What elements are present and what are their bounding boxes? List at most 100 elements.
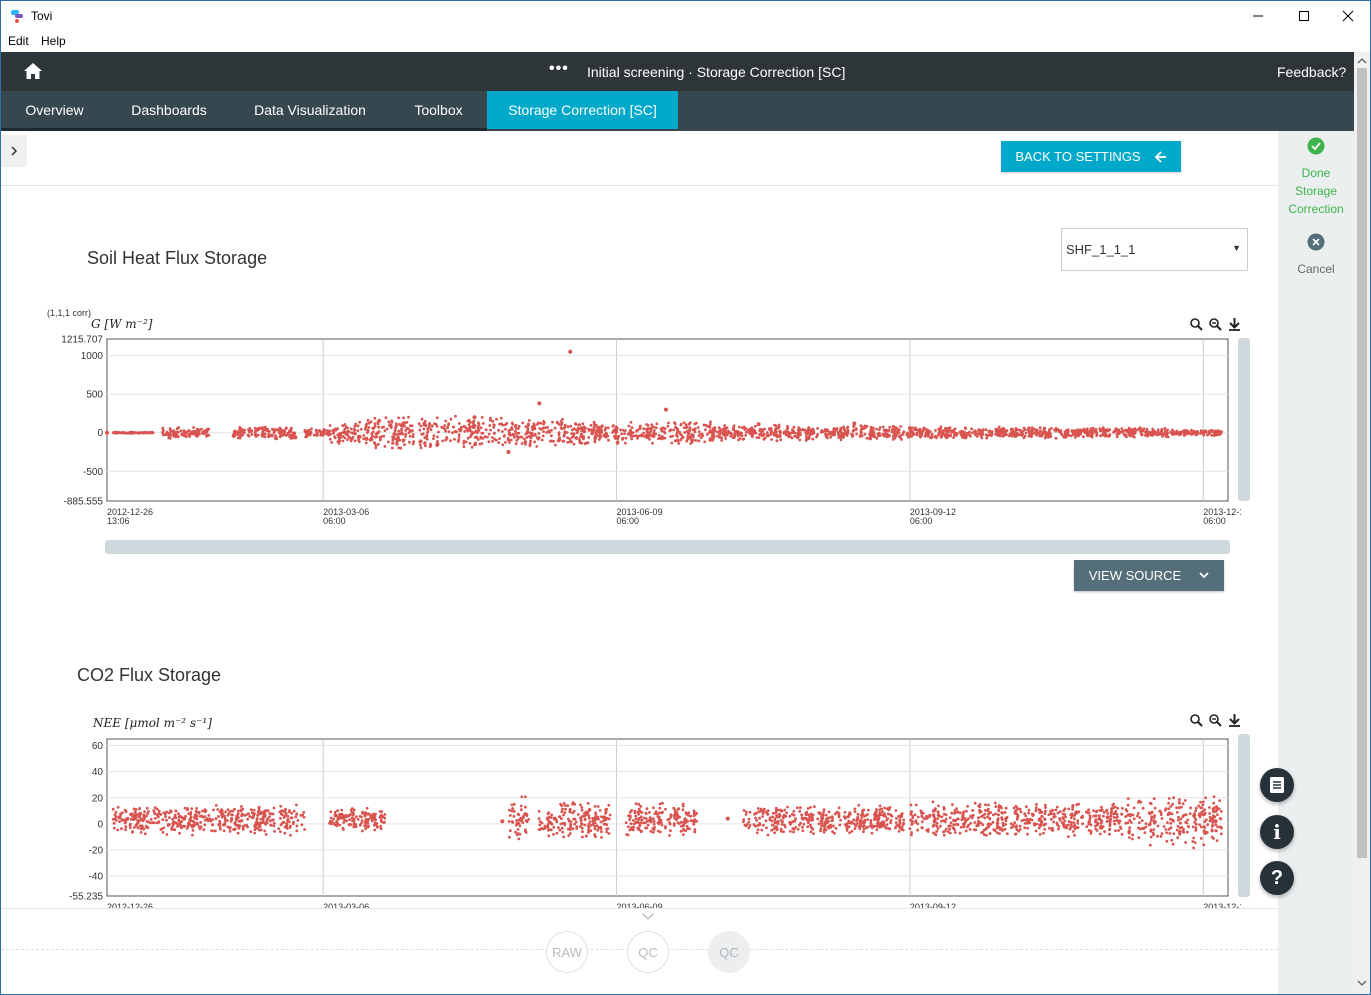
zoom-out-icon[interactable] bbox=[1209, 318, 1222, 331]
data-point bbox=[510, 426, 514, 429]
sensor-select[interactable]: SHF_1_1_1 ▼ bbox=[1061, 228, 1248, 271]
data-point bbox=[900, 438, 903, 441]
data-point bbox=[1141, 806, 1145, 810]
data-point bbox=[171, 430, 175, 434]
view-source-button[interactable]: VIEW SOURCE bbox=[1074, 560, 1224, 591]
data-point bbox=[292, 431, 296, 435]
data-point bbox=[779, 438, 783, 442]
notes-button[interactable] bbox=[1260, 768, 1294, 802]
help-button[interactable]: ? bbox=[1260, 861, 1294, 895]
minimize-button[interactable] bbox=[1235, 1, 1281, 31]
data-point bbox=[139, 825, 143, 828]
data-point bbox=[577, 438, 581, 441]
tab-dashboards[interactable]: Dashboards bbox=[108, 91, 230, 131]
data-point bbox=[863, 432, 867, 436]
data-point bbox=[519, 804, 523, 808]
divider bbox=[1, 185, 1278, 186]
window-scrollbar[interactable] bbox=[1354, 52, 1370, 994]
home-icon[interactable] bbox=[23, 62, 43, 80]
data-point bbox=[594, 813, 598, 817]
soil-heat-flux-chart[interactable]: 2012-12-2613:062013-03-0606:002013-06-09… bbox=[41, 306, 1241, 531]
scroll-up-icon[interactable] bbox=[1354, 54, 1370, 68]
data-point bbox=[1169, 431, 1173, 435]
stage-qc[interactable]: QC bbox=[627, 931, 669, 973]
data-point bbox=[363, 427, 367, 431]
data-point bbox=[397, 416, 400, 420]
data-point bbox=[516, 828, 520, 831]
data-point bbox=[1043, 817, 1046, 821]
data-point bbox=[532, 422, 536, 426]
data-point bbox=[1112, 430, 1115, 434]
data-point bbox=[973, 821, 977, 824]
data-point bbox=[652, 429, 656, 432]
data-point bbox=[885, 823, 889, 827]
data-point bbox=[930, 436, 934, 439]
data-point bbox=[1073, 429, 1077, 432]
tab-data-visualization[interactable]: Data Visualization bbox=[230, 91, 390, 131]
data-point bbox=[1162, 825, 1166, 828]
tab-overview[interactable]: Overview bbox=[1, 91, 108, 131]
view-source-label: VIEW SOURCE bbox=[1088, 568, 1182, 583]
data-point bbox=[744, 813, 748, 816]
menu-help[interactable]: Help bbox=[41, 34, 66, 48]
data-point bbox=[509, 433, 512, 437]
data-point bbox=[931, 800, 935, 804]
data-point bbox=[435, 416, 439, 420]
data-point bbox=[258, 828, 261, 832]
co2-flux-chart[interactable]: 2012-12-26 2013-03-06 2013-06-09 2013-09-12… bbox=[41, 706, 1241, 911]
data-point bbox=[524, 819, 528, 822]
data-point bbox=[289, 816, 293, 820]
data-point bbox=[951, 803, 954, 807]
more-options-icon[interactable]: ••• bbox=[549, 60, 569, 78]
expand-sidebar-button[interactable] bbox=[1, 135, 27, 167]
data-point bbox=[678, 432, 682, 436]
data-point bbox=[457, 436, 461, 439]
data-point bbox=[569, 820, 573, 823]
stage-raw[interactable]: RAW bbox=[546, 931, 588, 973]
data-point bbox=[178, 823, 182, 827]
done-label-1: Done bbox=[1301, 166, 1331, 180]
zoom-out-icon[interactable] bbox=[1209, 714, 1222, 727]
data-point bbox=[586, 802, 590, 805]
zoom-icon[interactable] bbox=[1190, 318, 1203, 331]
info-button[interactable]: i bbox=[1260, 815, 1294, 849]
done-storage-correction-button[interactable]: Done Storage Correction bbox=[1278, 137, 1354, 218]
data-point bbox=[642, 816, 646, 820]
data-point bbox=[956, 822, 959, 826]
data-point bbox=[816, 817, 820, 821]
chart-vertical-scrollbar[interactable] bbox=[1238, 338, 1250, 501]
data-point bbox=[119, 814, 122, 817]
data-point bbox=[165, 833, 169, 836]
chart-vertical-scrollbar-co2[interactable] bbox=[1238, 734, 1250, 897]
data-point bbox=[1001, 434, 1005, 438]
stage-qc-active[interactable]: QC bbox=[708, 931, 750, 973]
data-point bbox=[648, 811, 651, 814]
cancel-button[interactable]: Cancel bbox=[1278, 233, 1354, 278]
data-point bbox=[893, 436, 897, 440]
maximize-button[interactable] bbox=[1281, 1, 1327, 31]
menu-edit[interactable]: Edit bbox=[8, 34, 29, 48]
y-axis-label: G [W m⁻²] bbox=[91, 317, 153, 331]
tab-toolbox[interactable]: Toolbox bbox=[390, 91, 487, 131]
data-point bbox=[623, 441, 627, 445]
chart-horizontal-scrollbar[interactable] bbox=[105, 540, 1230, 554]
feedback-link[interactable]: Feedback? bbox=[1277, 64, 1346, 80]
chevron-down-icon[interactable] bbox=[642, 913, 654, 921]
data-point bbox=[129, 822, 132, 826]
data-point bbox=[980, 436, 984, 440]
data-point bbox=[423, 442, 426, 445]
data-point bbox=[339, 431, 343, 435]
data-point bbox=[480, 416, 484, 419]
close-button[interactable] bbox=[1325, 1, 1370, 31]
back-to-settings-button[interactable]: BACK TO SETTINGS bbox=[1001, 141, 1181, 172]
data-point bbox=[1140, 819, 1144, 823]
tab-storage-correction[interactable]: Storage Correction [SC] bbox=[487, 91, 678, 129]
window-scrollbar-thumb[interactable] bbox=[1357, 68, 1367, 858]
zoom-icon[interactable] bbox=[1190, 714, 1203, 727]
download-icon[interactable] bbox=[1228, 318, 1241, 331]
data-point bbox=[1137, 821, 1141, 825]
data-point bbox=[631, 431, 635, 435]
scroll-down-icon[interactable] bbox=[1354, 976, 1370, 990]
data-point bbox=[477, 422, 481, 426]
download-icon[interactable] bbox=[1228, 714, 1241, 727]
